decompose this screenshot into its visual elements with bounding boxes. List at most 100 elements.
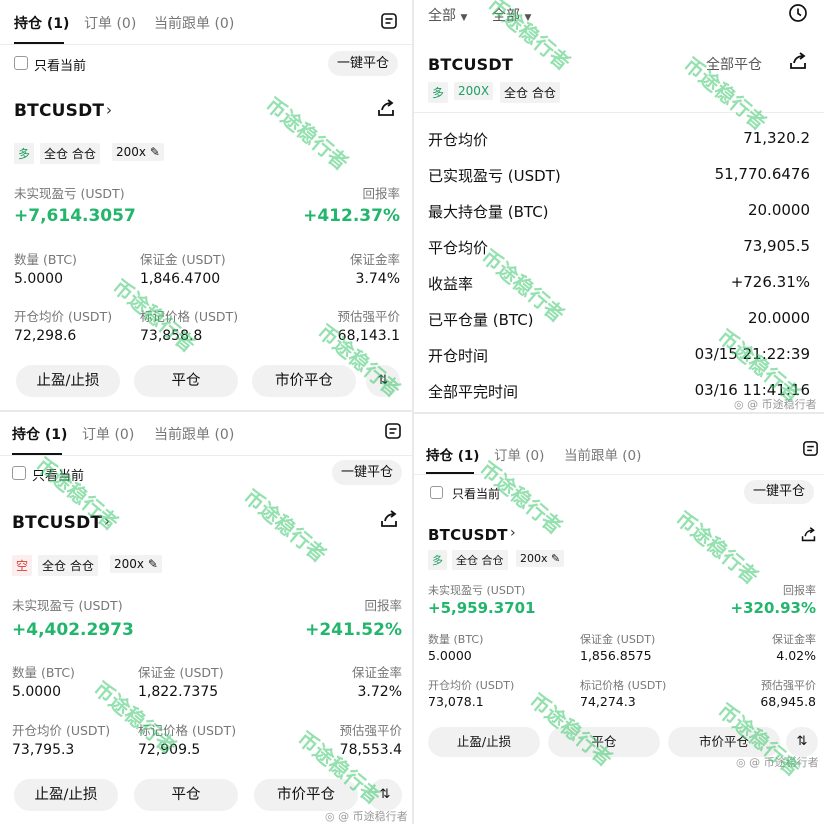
history-clock-icon[interactable]	[788, 3, 808, 27]
max-position-value: 20.0000	[747, 201, 810, 219]
eye-icon: ◎	[734, 398, 744, 411]
tab-orders[interactable]: 订单 (0)	[82, 424, 134, 444]
margin-value: 1,846.4700	[140, 271, 221, 287]
entry-price-value: 72,298.6	[14, 328, 77, 344]
tab-positions[interactable]: 持仓 (1)	[12, 424, 67, 444]
tab-divider	[0, 44, 412, 45]
closed-qty-label: 已平仓量 (BTC)	[428, 311, 534, 329]
tp-sl-button[interactable]: 止盈/止损	[16, 365, 120, 397]
margin-ratio-value: 3.74%	[355, 271, 400, 287]
avg-entry-label: 开仓均价	[428, 131, 489, 149]
close-position-button[interactable]: 平仓	[548, 727, 660, 757]
quantity-label: 数量 (BTC)	[14, 252, 77, 267]
leverage-tag: 200X	[454, 82, 494, 100]
close-type-label: 全部平仓	[706, 57, 762, 73]
unrealized-pnl-label: 未实现盈亏 (USDT)	[12, 598, 123, 613]
reverse-position-icon[interactable]: ⇅	[366, 365, 400, 397]
open-time-label: 开仓时间	[428, 347, 489, 365]
avg-close-value: 73,905.5	[743, 237, 810, 255]
tab-divider	[414, 474, 824, 475]
roe-label: 回报率	[362, 186, 400, 201]
mark-price-value: 74,274.3	[580, 694, 636, 709]
only-current-label: 只看当前	[452, 487, 501, 501]
close-position-button[interactable]: 平仓	[134, 779, 238, 811]
close-position-button[interactable]: 平仓	[134, 365, 238, 397]
share-icon[interactable]	[376, 98, 396, 122]
chevron-right-icon[interactable]: ›	[106, 101, 112, 119]
margin-label: 保证金 (USDT)	[580, 633, 656, 646]
tab-copy-trading[interactable]: 当前跟单 (0)	[564, 444, 641, 464]
realized-pnl-label: 已实现盈亏 (USDT)	[428, 167, 561, 185]
margin-value: 1,856.8575	[580, 648, 652, 663]
only-current-checkbox[interactable]	[14, 56, 28, 70]
position-panel-3: 持仓 (1) 订单 (0) 当前跟单 (0) 只看当前 一键平仓 BTCUSDT…	[414, 414, 824, 824]
share-icon[interactable]	[379, 509, 399, 533]
mark-price-label: 标记价格 (USDT)	[140, 309, 239, 324]
tab-orders[interactable]: 订单 (0)	[84, 13, 136, 33]
realized-pnl-value: 51,770.6476	[714, 165, 810, 183]
fully-closed-time-label: 全部平完时间	[428, 383, 519, 401]
leverage-tag[interactable]: 200x ✎	[112, 143, 164, 161]
unrealized-pnl-label: 未实现盈亏 (USDT)	[14, 186, 125, 201]
avg-entry-value: 71,320.2	[743, 129, 810, 147]
tab-copy-trading[interactable]: 当前跟单 (0)	[154, 424, 234, 444]
close-all-button[interactable]: 一键平仓	[332, 460, 402, 485]
mark-price-label: 标记价格 (USDT)	[138, 723, 237, 738]
leverage-tag[interactable]: 200x ✎	[516, 550, 565, 567]
roe-label: 回报率	[783, 584, 816, 597]
chevron-right-icon[interactable]: ›	[510, 525, 516, 541]
max-position-label: 最大持仓量 (BTC)	[428, 203, 549, 221]
leverage-tag[interactable]: 200x ✎	[110, 555, 162, 573]
edit-icon[interactable]: ✎	[146, 145, 160, 159]
reverse-position-icon[interactable]: ⇅	[368, 779, 402, 811]
share-icon[interactable]	[800, 526, 817, 547]
market-close-button[interactable]: 市价平仓	[252, 365, 356, 397]
margin-ratio-value: 4.02%	[776, 648, 816, 663]
reverse-position-icon[interactable]: ⇅	[786, 727, 818, 757]
tp-sl-button[interactable]: 止盈/止损	[428, 727, 540, 757]
filter-dropdown-1[interactable]: 全部 ▼	[428, 5, 467, 25]
symbol-name[interactable]: BTCUSDT	[14, 101, 104, 121]
document-icon[interactable]	[384, 422, 402, 444]
edit-icon[interactable]: ✎	[548, 552, 560, 565]
quantity-value: 5.0000	[14, 271, 63, 287]
leverage-value: 200x	[116, 145, 147, 159]
tp-sl-button[interactable]: 止盈/止损	[14, 779, 118, 811]
edit-icon[interactable]: ✎	[144, 557, 158, 571]
market-close-button[interactable]: 市价平仓	[254, 779, 358, 811]
chevron-right-icon[interactable]: ›	[104, 512, 110, 530]
entry-price-value: 73,795.3	[12, 742, 75, 758]
liquidation-price-value: 68,143.1	[337, 328, 400, 344]
margin-label: 保证金 (USDT)	[140, 252, 226, 267]
document-icon[interactable]	[802, 440, 819, 461]
liquidation-price-label: 预估强平价	[337, 309, 400, 324]
only-current-checkbox[interactable]	[12, 466, 26, 480]
position-panel-1: 持仓 (1) 订单 (0) 当前跟单 (0) 只看当前 一键平仓 BTCUSDT…	[0, 0, 412, 410]
symbol-name[interactable]: BTCUSDT	[12, 513, 102, 533]
close-all-button[interactable]: 一键平仓	[328, 51, 398, 76]
market-close-button[interactable]: 市价平仓	[668, 727, 780, 757]
unrealized-pnl-value: +4,402.2973	[12, 620, 134, 640]
tab-copy-trading[interactable]: 当前跟单 (0)	[154, 13, 234, 33]
only-current-label: 只看当前	[32, 469, 85, 484]
mark-price-value: 73,858.8	[140, 328, 203, 344]
margin-mode-tag: 全仓 合仓	[500, 82, 560, 103]
entry-price-label: 开仓均价 (USDT)	[14, 309, 113, 324]
symbol-name[interactable]: BTCUSDT	[428, 55, 513, 74]
margin-mode-tag: 全仓 合仓	[38, 555, 98, 576]
liquidation-price-label: 预估强平价	[339, 723, 402, 738]
margin-value: 1,822.7375	[138, 684, 219, 700]
entry-price-label: 开仓均价 (USDT)	[12, 723, 111, 738]
tab-positions[interactable]: 持仓 (1)	[14, 13, 69, 33]
mark-price-value: 72,909.5	[138, 742, 201, 758]
tab-positions[interactable]: 持仓 (1)	[426, 444, 479, 464]
only-current-checkbox[interactable]	[430, 486, 443, 499]
symbol-name[interactable]: BTCUSDT	[428, 526, 508, 544]
share-icon[interactable]	[788, 51, 808, 75]
close-all-button[interactable]: 一键平仓	[744, 480, 814, 504]
caret-down-icon: ▼	[460, 13, 468, 23]
tab-orders[interactable]: 订单 (0)	[494, 444, 544, 464]
filter-dropdown-2[interactable]: 全部 ▼	[492, 5, 531, 25]
document-icon[interactable]	[380, 12, 398, 34]
weibo-watermark: ◎ @ 币途稳行者	[736, 756, 819, 769]
